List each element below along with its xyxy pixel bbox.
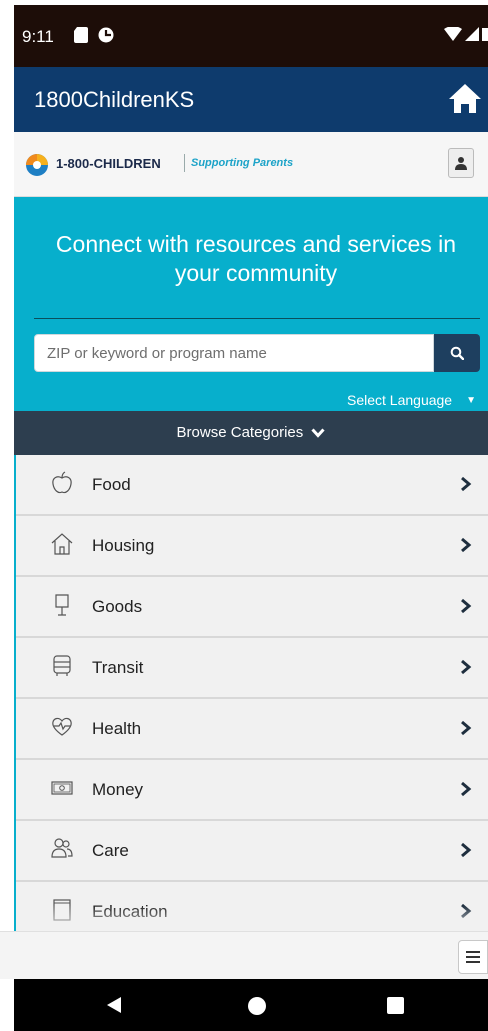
category-label: Education — [92, 902, 168, 921]
category-item-education[interactable]: Education — [16, 882, 488, 931]
category-label: Food — [92, 475, 131, 494]
category-label: Transit — [92, 658, 144, 677]
category-label: Money — [92, 780, 144, 799]
back-icon[interactable] — [106, 996, 122, 1014]
bottom-toolbar — [0, 931, 488, 979]
browse-categories-label: Browse Categories — [176, 424, 304, 441]
category-item-money[interactable]: Money — [16, 760, 488, 821]
category-item-health[interactable]: Health — [16, 699, 488, 760]
wifi-icon — [444, 27, 462, 41]
chevron-right-icon — [461, 720, 472, 736]
category-list: Food Housing Goods Transit Health Money … — [14, 455, 488, 931]
caret-down-icon: ▼ — [466, 394, 476, 406]
brand-name[interactable]: 1-800-CHILDREN — [56, 156, 161, 171]
people-icon — [51, 838, 73, 858]
brand-bar: 1-800-CHILDREN Supporting Parents — [14, 132, 488, 197]
data-saver-icon — [98, 27, 114, 43]
nav-home-icon[interactable] — [248, 997, 266, 1015]
category-item-food[interactable]: Food — [16, 455, 488, 516]
search-button[interactable] — [434, 334, 480, 372]
lamp-icon — [55, 594, 69, 616]
search-box — [34, 334, 434, 372]
apple-icon — [52, 471, 72, 494]
category-item-transit[interactable]: Transit — [16, 638, 488, 699]
category-label: Care — [92, 841, 129, 860]
book-icon — [53, 899, 71, 921]
chevron-right-icon — [461, 476, 472, 492]
signal-icon — [465, 27, 479, 41]
hero-divider — [34, 318, 480, 319]
chevron-down-icon — [311, 428, 326, 438]
hero-section: Connect with resources and services in y… — [14, 197, 488, 411]
system-nav-bar — [14, 979, 488, 1031]
category-label: Health — [92, 719, 142, 738]
search-icon — [450, 346, 464, 360]
category-item-housing[interactable]: Housing — [16, 516, 488, 577]
chevron-right-icon — [461, 659, 472, 675]
battery-icon — [482, 28, 488, 41]
language-select[interactable]: Select Language ▼ — [347, 392, 476, 408]
chevron-right-icon — [461, 781, 472, 797]
sd-card-icon — [74, 27, 88, 43]
bus-icon — [53, 655, 71, 676]
house-icon — [51, 533, 73, 555]
status-time: 9:11 — [22, 27, 54, 46]
user-account-button[interactable] — [448, 148, 474, 178]
status-bar: 9:11 — [14, 5, 488, 67]
brand-divider — [184, 154, 185, 172]
user-icon — [455, 157, 467, 170]
search-input[interactable] — [35, 335, 433, 371]
brand-logo-icon[interactable] — [26, 154, 48, 176]
menu-button[interactable] — [458, 940, 488, 974]
recent-apps-icon[interactable] — [387, 997, 404, 1014]
category-label: Goods — [92, 597, 143, 616]
app-title: 1800ChildrenKS — [34, 87, 195, 112]
brand-tagline: Supporting Parents — [191, 157, 294, 169]
home-icon[interactable] — [448, 82, 482, 114]
category-item-care[interactable]: Care — [16, 821, 488, 882]
app-header: 1800ChildrenKS — [14, 67, 488, 132]
category-label: Housing — [92, 536, 155, 555]
hero-heading: Connect with resources and services in y… — [55, 231, 457, 286]
browse-categories-toggle[interactable]: Browse Categories — [14, 411, 488, 455]
heart-pulse-icon — [52, 717, 72, 736]
language-select-label: Select Language — [347, 392, 453, 408]
hamburger-menu-icon — [466, 951, 480, 963]
money-icon — [51, 781, 73, 795]
chevron-right-icon — [461, 842, 472, 858]
chevron-right-icon — [461, 903, 472, 919]
category-item-goods[interactable]: Goods — [16, 577, 488, 638]
chevron-right-icon — [461, 598, 472, 614]
chevron-right-icon — [461, 537, 472, 553]
